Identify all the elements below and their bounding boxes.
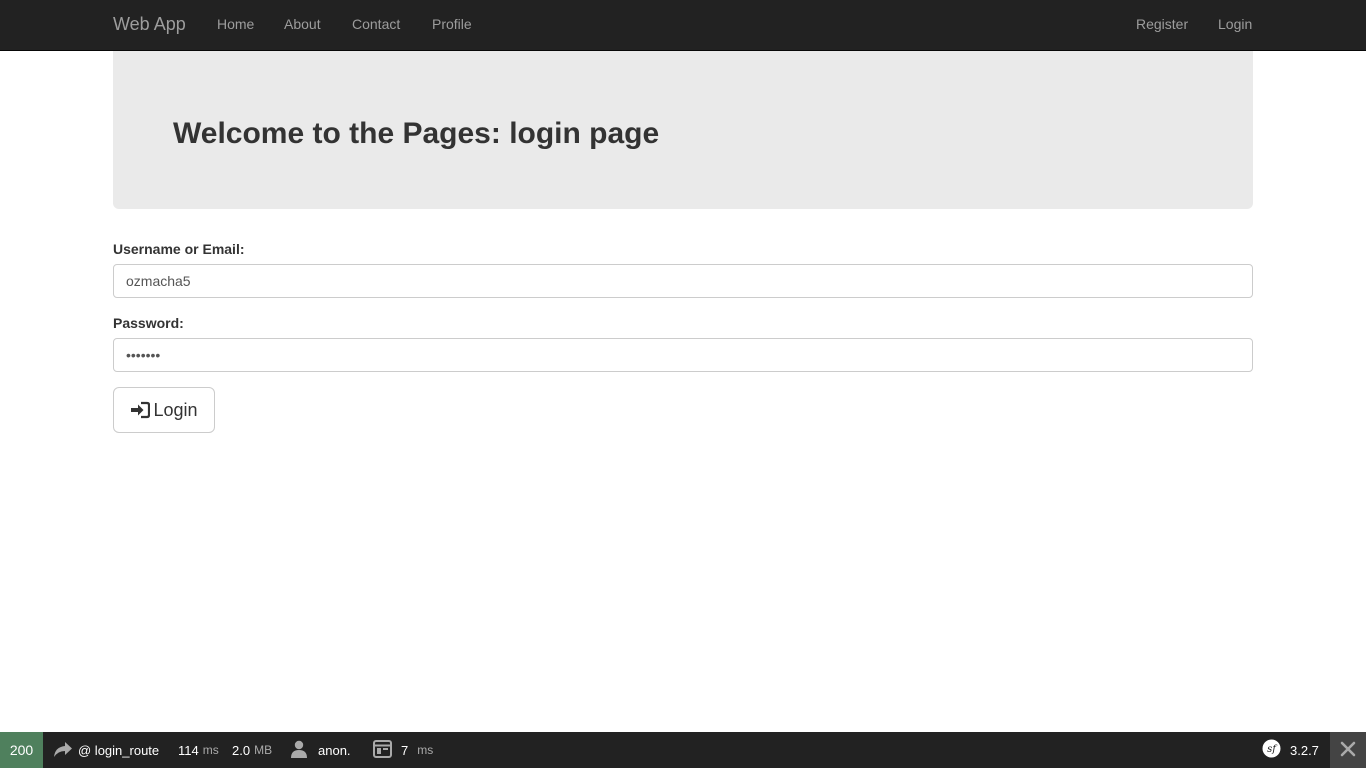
password-input[interactable] — [113, 338, 1253, 372]
memory-unit: MB — [254, 743, 273, 757]
jumbotron: Welcome to the Pages: login page — [113, 51, 1253, 209]
page-title: Welcome to the Pages: login page — [173, 117, 660, 150]
nav-home[interactable]: Home — [217, 16, 254, 32]
twig-item[interactable]: 7 ms — [373, 732, 433, 768]
redirect-arrow-icon — [52, 739, 74, 762]
username-input[interactable] — [113, 264, 1253, 298]
request-time-unit: ms — [202, 743, 219, 757]
nav-about[interactable]: About — [284, 16, 321, 32]
template-time-unit: ms — [417, 743, 434, 757]
route-item[interactable]: @ login_route — [52, 732, 159, 768]
memory-value: 2.0 — [232, 742, 251, 758]
close-icon — [1340, 741, 1356, 760]
nav-login[interactable]: Login — [1218, 16, 1252, 32]
user-icon — [290, 740, 308, 761]
memory-item[interactable]: 2.0 MB — [232, 732, 272, 768]
toolbar-close-button[interactable] — [1330, 732, 1366, 768]
brand-link[interactable]: Web App — [113, 14, 186, 35]
sign-in-icon — [130, 401, 151, 419]
template-time-value: 7 — [401, 742, 409, 758]
nav-contact[interactable]: Contact — [352, 16, 400, 32]
login-button[interactable]: Login — [113, 387, 215, 433]
route-name: @ login_route — [78, 742, 160, 758]
username-label: Username or Email: — [113, 241, 245, 257]
top-navbar: Web App Home About Contact Profile Regis… — [0, 0, 1366, 51]
password-label: Password: — [113, 315, 184, 331]
request-time-item[interactable]: 114 ms — [178, 732, 219, 768]
nav-register[interactable]: Register — [1136, 16, 1188, 32]
login-button-label: Login — [153, 399, 198, 420]
request-time-value: 114 — [178, 742, 199, 758]
security-item[interactable]: anon. — [290, 732, 351, 768]
layout-icon — [373, 739, 392, 761]
status-code-badge[interactable]: 200 — [0, 732, 43, 768]
nav-profile[interactable]: Profile — [432, 16, 472, 32]
symfony-version: 3.2.7 — [1290, 742, 1319, 758]
symfony-version-item[interactable]: sf 3.2.7 — [1262, 732, 1319, 768]
debug-toolbar: 200 @ login_route 114 ms 2.0 MB anon. 7 … — [0, 732, 1366, 768]
symfony-logo-icon: sf — [1262, 739, 1281, 761]
user-name: anon. — [318, 742, 351, 758]
